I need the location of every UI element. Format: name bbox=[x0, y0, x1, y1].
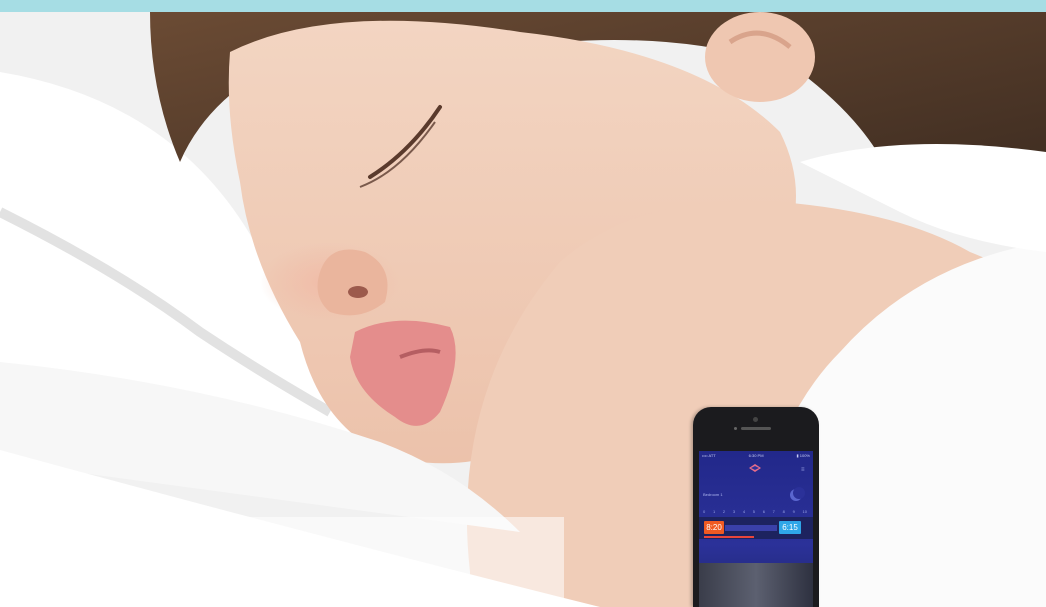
app-logo-icon bbox=[749, 464, 761, 472]
room-label: Bedroom 1 bbox=[703, 492, 723, 497]
bedtime-chip[interactable]: 8:20 bbox=[704, 521, 724, 534]
top-accent-bar bbox=[0, 0, 1046, 12]
status-battery: ▮ 100% bbox=[796, 453, 810, 458]
status-time: 6:30 PM bbox=[748, 453, 764, 458]
hour-scale: 012 345 678 9 10 bbox=[703, 509, 807, 514]
content-panel bbox=[0, 517, 564, 607]
menu-icon[interactable]: ≡ bbox=[801, 467, 805, 473]
progress-line bbox=[704, 536, 754, 538]
hero-image bbox=[0, 12, 1046, 607]
moon-icon[interactable] bbox=[793, 487, 805, 499]
speaker-grille bbox=[741, 427, 771, 430]
sensor-dot bbox=[734, 427, 737, 430]
camera-preview[interactable] bbox=[699, 563, 813, 607]
app-screen: •••• ATT 6:30 PM ▮ 100% ≡ Bedroom 1 012 … bbox=[699, 451, 813, 607]
status-carrier: •••• ATT bbox=[702, 453, 716, 458]
smartphone: •••• ATT 6:30 PM ▮ 100% ≡ Bedroom 1 012 … bbox=[693, 407, 819, 607]
camera-icon bbox=[753, 417, 758, 422]
status-bar: •••• ATT 6:30 PM ▮ 100% bbox=[702, 453, 810, 461]
sleep-range-bar[interactable] bbox=[725, 525, 777, 531]
wake-time-chip[interactable]: 6:15 bbox=[779, 521, 801, 534]
